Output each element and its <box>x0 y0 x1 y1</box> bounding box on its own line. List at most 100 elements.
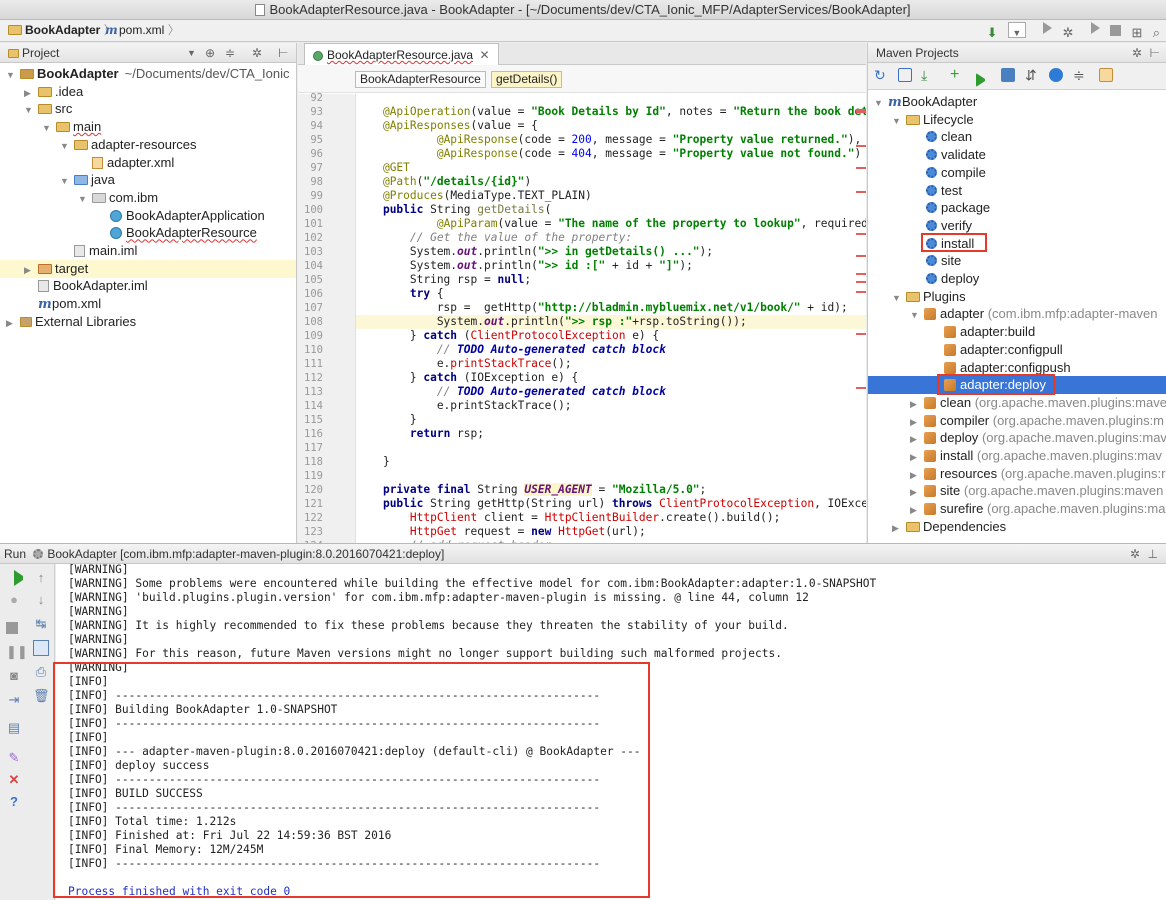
dependencies-node[interactable]: ▶ Dependencies <box>868 518 1166 536</box>
layout-icon[interactable]: ▤ <box>6 720 22 736</box>
expanded-arrow-icon[interactable]: ▼ <box>42 119 52 137</box>
hide-icon[interactable]: ⊥ <box>1148 544 1158 564</box>
collapsed-arrow-icon[interactable]: ▶ <box>910 430 920 448</box>
project-tree-item[interactable]: ▶ .idea <box>0 83 296 101</box>
lifecycle-test[interactable]: test <box>868 182 1166 200</box>
view-dropdown-icon[interactable]: ▼ <box>187 43 196 63</box>
lifecycle-verify[interactable]: verify <box>868 217 1166 235</box>
reimport-icon[interactable]: ↻ <box>874 68 888 82</box>
collapse-icon[interactable]: ≑ <box>225 43 235 63</box>
lifecycle-validate[interactable]: validate <box>868 146 1166 164</box>
rerun-icon[interactable] <box>6 570 23 586</box>
plugin-surefire[interactable]: ▶ surefire (org.apache.maven.plugins:ma <box>868 500 1166 518</box>
stop-icon[interactable] <box>1110 25 1122 36</box>
error-marker[interactable] <box>856 145 866 147</box>
lifecycle-deploy[interactable]: deploy <box>868 270 1166 288</box>
stop-icon[interactable] <box>6 622 18 634</box>
expanded-arrow-icon[interactable]: ▼ <box>892 289 902 307</box>
project-tree-item[interactable]: BookAdapterApplication <box>0 207 296 225</box>
lifecycle-package[interactable]: package <box>868 199 1166 217</box>
project-tree-item[interactable]: BookAdapterResource <box>0 224 296 242</box>
collapsed-arrow-icon[interactable]: ▶ <box>910 501 920 519</box>
project-tree-item[interactable]: ▶ target <box>0 259 296 279</box>
run-icon[interactable] <box>976 68 990 87</box>
breadcrumb-project[interactable]: BookAdapter 〉 <box>8 20 116 41</box>
download-icon[interactable]: ⤓ <box>921 68 935 82</box>
close-icon[interactable]: ✕ <box>479 48 489 62</box>
build-icon[interactable]: ⬇ <box>987 22 998 43</box>
plugins-node[interactable]: ▼ Plugins <box>868 288 1166 306</box>
maven-project-node[interactable]: ▼ mBookAdapter <box>868 93 1166 111</box>
collapse-all-icon[interactable] <box>1099 68 1113 82</box>
project-tree-item[interactable]: ▼ src <box>0 100 296 118</box>
run-icon[interactable] <box>1036 22 1053 43</box>
login-icon[interactable]: ⇥ <box>6 692 22 708</box>
collapsed-arrow-icon[interactable]: ▶ <box>6 314 16 332</box>
collapsed-arrow-icon[interactable]: ▶ <box>910 395 920 413</box>
breadcrumb-class[interactable]: BookAdapterResource <box>355 71 486 88</box>
project-tree-item[interactable]: ▼ main <box>0 118 296 136</box>
expanded-arrow-icon[interactable]: ▼ <box>892 112 902 130</box>
error-marker[interactable] <box>856 233 866 235</box>
target-icon[interactable]: ⊕ <box>205 43 215 63</box>
lifecycle-clean[interactable]: clean <box>868 128 1166 146</box>
plugin-clean[interactable]: ▶ clean (org.apache.maven.plugins:mave <box>868 394 1166 412</box>
plugin-resources[interactable]: ▶ resources (org.apache.maven.plugins:r <box>868 465 1166 483</box>
project-tree-item[interactable]: adapter.xml <box>0 154 296 172</box>
pin-icon[interactable]: ✎ <box>6 750 22 766</box>
scroll-to-end-icon[interactable] <box>33 640 49 656</box>
clear-all-icon[interactable]: 🗑 <box>33 688 50 704</box>
collapsed-arrow-icon[interactable]: ▶ <box>910 448 920 466</box>
project-tree-item[interactable]: ▼ BookAdapter ~/Documents/dev/CTA_Ionic <box>0 65 296 83</box>
collapsed-arrow-icon[interactable]: ▶ <box>910 413 920 431</box>
hide-icon[interactable]: ⊢ <box>1150 43 1160 63</box>
breadcrumb-file[interactable]: mpom.xml 〉 <box>105 20 180 41</box>
down-arrow-icon[interactable]: ↓ <box>33 592 49 608</box>
collapsed-arrow-icon[interactable]: ▶ <box>24 261 34 279</box>
lifecycle-site[interactable]: site <box>868 252 1166 270</box>
up-arrow-icon[interactable]: ↑ <box>33 570 49 586</box>
error-marker[interactable] <box>856 333 866 335</box>
project-structure-icon[interactable]: ⊞ <box>1131 22 1142 43</box>
lifecycle-compile[interactable]: compile <box>868 164 1166 182</box>
help-icon[interactable]: ? <box>6 794 22 810</box>
lifecycle-install[interactable]: install <box>868 235 1166 253</box>
skip-tests-icon[interactable] <box>1049 68 1063 82</box>
lifecycle-node[interactable]: ▼ Lifecycle <box>868 111 1166 129</box>
run-config-dropdown[interactable]: ▼ <box>1007 22 1026 38</box>
expanded-arrow-icon[interactable]: ▼ <box>60 137 70 155</box>
project-tree-item[interactable]: BookAdapter.iml <box>0 277 296 295</box>
project-tree-item[interactable]: ▼ adapter-resources <box>0 136 296 154</box>
expanded-arrow-icon[interactable]: ▼ <box>24 101 34 119</box>
goal-adapter-configpull[interactable]: adapter:configpull <box>868 341 1166 359</box>
project-tree-item[interactable]: main.iml <box>0 242 296 260</box>
collapsed-arrow-icon[interactable]: ▶ <box>892 519 902 537</box>
coverage-icon[interactable] <box>1084 22 1100 43</box>
print-icon[interactable]: ⎙ <box>33 664 49 680</box>
collapsed-arrow-icon[interactable]: ▶ <box>910 466 920 484</box>
settings-icon[interactable]: ✲ <box>252 43 262 63</box>
error-marker[interactable] <box>856 111 866 113</box>
show-dependencies-icon[interactable]: ≑ <box>1073 68 1087 82</box>
tab-bookadapterresource[interactable]: BookAdapterResource.java ✕ <box>304 43 499 65</box>
error-marker[interactable] <box>856 191 866 193</box>
hide-icon[interactable]: ⊢ <box>278 43 288 63</box>
plugin-install[interactable]: ▶ install (org.apache.maven.plugins:mav <box>868 447 1166 465</box>
expanded-arrow-icon[interactable]: ▼ <box>78 190 88 208</box>
breadcrumb-method[interactable]: getDetails() <box>491 71 563 88</box>
plugin-adapter[interactable]: ▼ adapter (com.ibm.mfp:adapter-maven <box>868 305 1166 323</box>
error-marker[interactable] <box>856 281 866 283</box>
add-icon[interactable]: + <box>950 67 964 83</box>
goal-adapter-build[interactable]: adapter:build <box>868 323 1166 341</box>
plugin-deploy[interactable]: ▶ deploy (org.apache.maven.plugins:mav <box>868 429 1166 447</box>
soft-wrap-icon[interactable]: ↹ <box>33 616 49 632</box>
collapsed-arrow-icon[interactable]: ▶ <box>24 84 34 102</box>
project-tree-item[interactable]: mpom.xml <box>0 295 296 313</box>
expanded-arrow-icon[interactable]: ▼ <box>874 94 884 112</box>
error-marker[interactable] <box>856 387 866 389</box>
error-marker[interactable] <box>856 167 866 169</box>
execute-goal-icon[interactable] <box>1001 68 1015 82</box>
plugin-compiler[interactable]: ▶ compiler (org.apache.maven.plugins:m <box>868 412 1166 430</box>
toggle-offline-icon[interactable]: ⇵ <box>1025 68 1039 82</box>
project-tree-item[interactable]: ▼ java <box>0 171 296 189</box>
